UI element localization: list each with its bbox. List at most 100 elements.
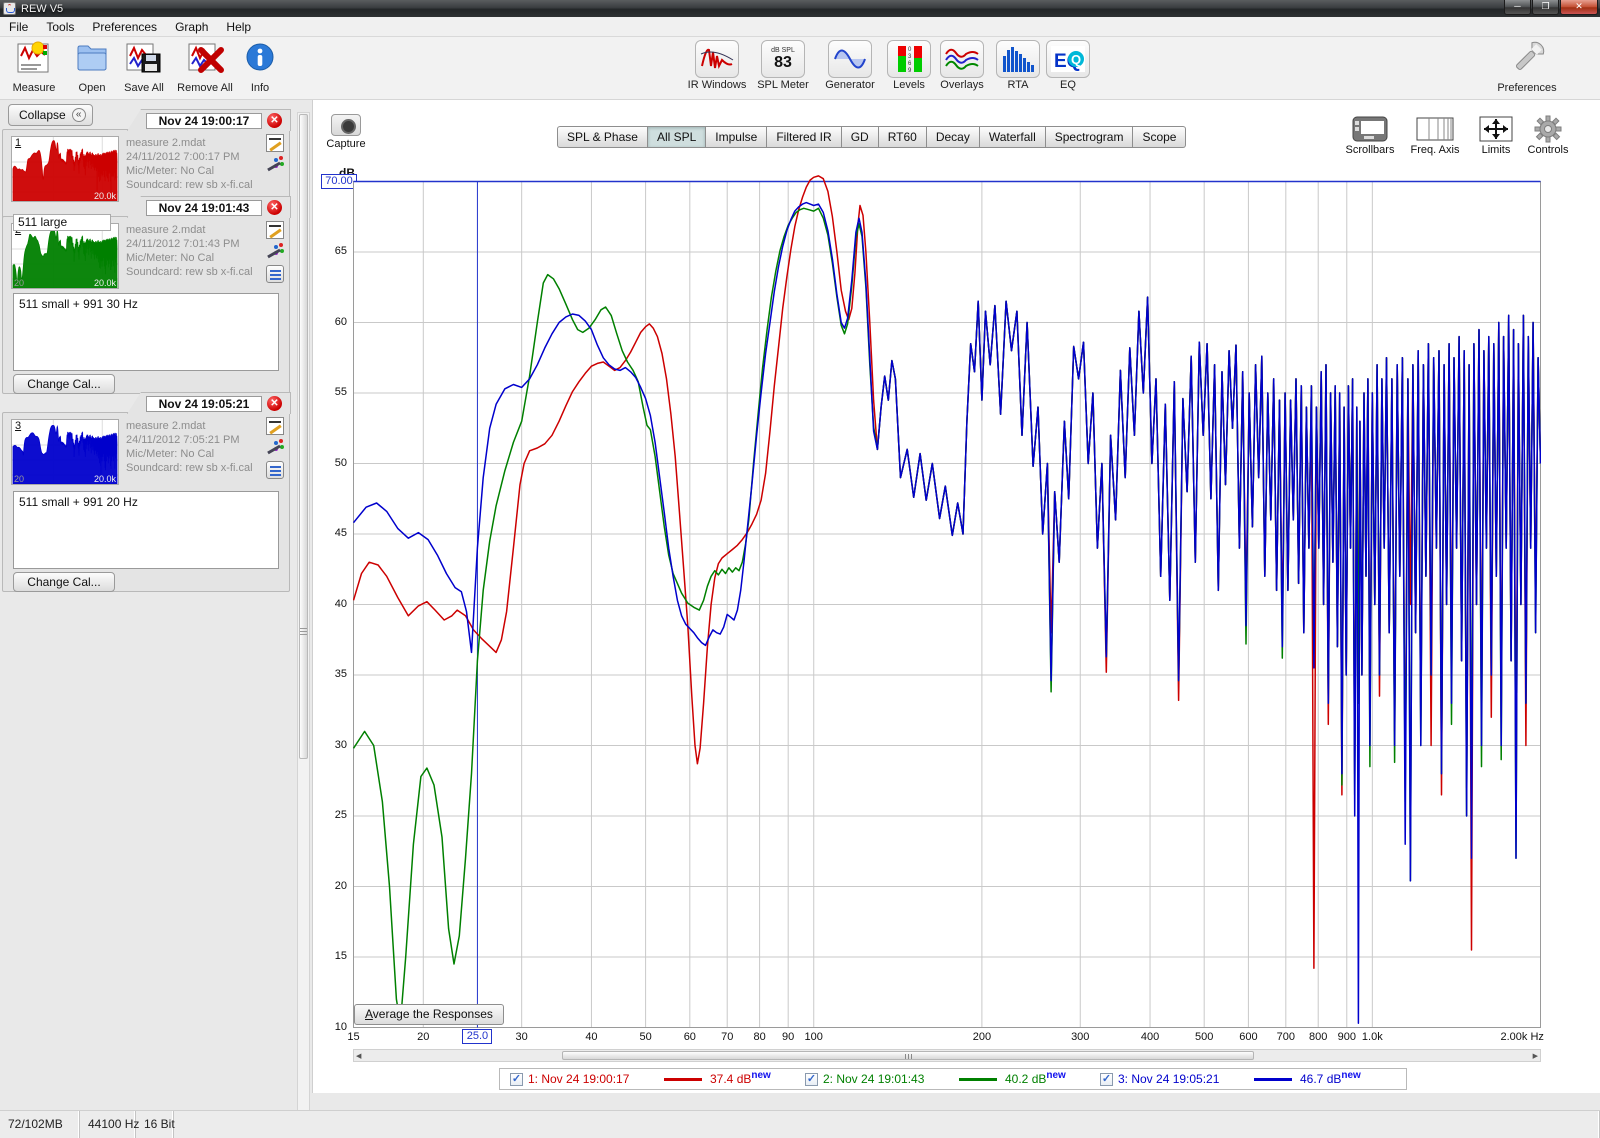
- freq-axis-button[interactable]: Freq. Axis: [1400, 114, 1470, 156]
- trace-3-value: 46.7 dB: [1300, 1072, 1341, 1086]
- trace-colour-icon[interactable]: [266, 243, 284, 261]
- ir-windows-button[interactable]: IR Windows: [685, 40, 749, 91]
- trace-3-checkbox[interactable]: ✓: [1100, 1073, 1113, 1086]
- tab-all-spl[interactable]: All SPL: [648, 126, 706, 148]
- y-tick-label: 20: [323, 880, 347, 892]
- spl-chart[interactable]: [353, 160, 1541, 1028]
- eq-button[interactable]: EQ Q EQ: [1036, 40, 1100, 91]
- overlays-icon: [940, 40, 984, 78]
- capture-button[interactable]: Capture: [323, 114, 369, 150]
- measurement-3-info: measure 2.mdat 24/11/2012 7:05:21 PM Mic…: [126, 419, 268, 475]
- trace-colour-icon[interactable]: [266, 439, 284, 457]
- measurement-3-close-icon[interactable]: ✕: [267, 396, 282, 411]
- info-button[interactable]: Info: [228, 40, 292, 94]
- close-button[interactable]: ✕: [1560, 0, 1598, 15]
- scroll-left-icon[interactable]: ◀: [356, 1052, 361, 1060]
- measurement-1-notes[interactable]: 511 large: [13, 214, 111, 231]
- measurement-2-notes[interactable]: 511 small + 991 30 Hz: [13, 293, 279, 371]
- trace-colour-icon[interactable]: [266, 156, 284, 174]
- measurement-3-notes[interactable]: 511 small + 991 20 Hz: [13, 491, 279, 569]
- average-responses-button[interactable]: Average the Responses: [354, 1004, 504, 1025]
- measurement-2-header: Nov 24 19:01:43 ✕: [127, 196, 291, 218]
- measurement-2-info: measure 2.mdat 24/11/2012 7:01:43 PM Mic…: [126, 223, 268, 279]
- notes-icon[interactable]: [266, 265, 284, 283]
- menu-preferences[interactable]: Preferences: [83, 18, 166, 36]
- gear-icon: [1513, 114, 1583, 144]
- scroll-right-icon[interactable]: ▶: [1533, 1052, 1538, 1060]
- trace-2-value: 40.2 dB: [1005, 1072, 1046, 1086]
- change-cal-button[interactable]: Change Cal...: [13, 374, 115, 394]
- preferences-label: Preferences: [1495, 82, 1559, 94]
- x-tick-label: 50: [632, 1031, 660, 1043]
- notes-icon[interactable]: [266, 461, 284, 479]
- trace-2-swatch: [959, 1078, 997, 1081]
- rew-window: REW V5 ─ ❐ ✕ File Tools Preferences Grap…: [0, 0, 1600, 1138]
- status-bar: 72/102MB 44100 Hz 16 Bit: [0, 1110, 1600, 1138]
- measurement-3-number: 3: [15, 420, 21, 432]
- menu-file[interactable]: File: [0, 18, 37, 36]
- graph-h-scrollbar[interactable]: ◀ ▶: [353, 1049, 1541, 1062]
- y-tick-label: 30: [323, 739, 347, 751]
- legend-entry-1: ✓ 1: Nov 24 19:00:17 37.4 dB new: [500, 1072, 795, 1086]
- measurement-2-close-icon[interactable]: ✕: [267, 200, 282, 215]
- tab-spl-phase[interactable]: SPL & Phase: [557, 126, 648, 148]
- measurement-2-thumbnail[interactable]: 2 20 20.0k: [11, 223, 119, 289]
- y-axis-top-limit[interactable]: 70.00: [321, 174, 357, 189]
- remove-all-icon: [183, 40, 227, 78]
- preferences-button[interactable]: Preferences: [1495, 40, 1559, 94]
- overlays-button[interactable]: Overlays: [930, 40, 994, 91]
- tab-impulse[interactable]: Impulse: [706, 126, 767, 148]
- measure-button[interactable]: Measure: [2, 40, 66, 94]
- measurement-1-thumbnail[interactable]: 1 20.0k: [11, 136, 119, 202]
- measurement-3-thumbnail[interactable]: 3 20 20.0k: [11, 419, 119, 485]
- tab-filtered-ir[interactable]: Filtered IR: [767, 126, 841, 148]
- measurement-2-title-field[interactable]: Nov 24 19:01:43: [146, 200, 262, 216]
- tab-decay[interactable]: Decay: [927, 126, 980, 148]
- freq-axis-icon: [1400, 114, 1470, 144]
- collapse-button[interactable]: Collapse «: [8, 104, 93, 126]
- scrollbars-button[interactable]: Scrollbars: [1335, 114, 1405, 156]
- edit-name-icon[interactable]: [266, 417, 284, 435]
- restore-button[interactable]: ❐: [1532, 0, 1559, 15]
- change-cal-button[interactable]: Change Cal...: [13, 572, 115, 592]
- x-tick-label: 700: [1272, 1031, 1300, 1043]
- y-tick-label: 55: [323, 386, 347, 398]
- save-all-button[interactable]: Save All: [112, 40, 176, 94]
- tab-rt60[interactable]: RT60: [879, 126, 927, 148]
- menu-tools[interactable]: Tools: [37, 18, 83, 36]
- preferences-wrench-icon: [1505, 40, 1549, 78]
- spl-meter-icon: dB SPL 83: [761, 40, 805, 78]
- x-tick-label: 20: [409, 1031, 437, 1043]
- measurement-1-title-field[interactable]: Nov 24 19:00:17: [146, 113, 262, 129]
- svg-text:0: 0: [908, 47, 912, 53]
- sidebar-scrollbar[interactable]: [297, 112, 310, 1132]
- x-tick-label: 300: [1066, 1031, 1094, 1043]
- x-tick-label: 500: [1190, 1031, 1218, 1043]
- measurement-1-header: Nov 24 19:00:17 ✕: [127, 109, 291, 131]
- edit-name-icon[interactable]: [266, 134, 284, 152]
- trace-1-checkbox[interactable]: ✓: [510, 1073, 523, 1086]
- ir-windows-icon: [695, 40, 739, 78]
- menu-graph[interactable]: Graph: [166, 18, 217, 36]
- measurement-3-title-field[interactable]: Nov 24 19:05:21: [146, 396, 262, 412]
- trace-2-checkbox[interactable]: ✓: [805, 1073, 818, 1086]
- controls-button[interactable]: Controls: [1513, 114, 1583, 156]
- tab-scope[interactable]: Scope: [1133, 126, 1186, 148]
- tab-waterfall[interactable]: Waterfall: [980, 126, 1046, 148]
- x-axis-end-label: 2.00k Hz: [1501, 1031, 1544, 1043]
- measurement-panel-2[interactable]: Nov 24 19:01:43 ✕ 2 20 20.0k measure 2.m…: [2, 216, 290, 394]
- tab-gd[interactable]: GD: [842, 126, 879, 148]
- menu-help[interactable]: Help: [217, 18, 260, 36]
- measurement-1-close-icon[interactable]: ✕: [267, 113, 282, 128]
- edit-name-icon[interactable]: [266, 221, 284, 239]
- y-tick-label: 15: [323, 950, 347, 962]
- x-tick-label: 15: [340, 1031, 368, 1043]
- spl-meter-button[interactable]: dB SPL 83 SPL Meter: [751, 40, 815, 91]
- measurement-panel-3[interactable]: Nov 24 19:05:21 ✕ 3 20 20.0k measure 2.m…: [2, 412, 290, 592]
- spl-value: 83: [774, 55, 792, 71]
- y-tick-label: 50: [323, 457, 347, 469]
- generator-button[interactable]: Generator: [818, 40, 882, 91]
- trace-1-value: 37.4 dB: [710, 1072, 751, 1086]
- minimize-button[interactable]: ─: [1504, 0, 1531, 15]
- tab-spectrogram[interactable]: Spectrogram: [1046, 126, 1134, 148]
